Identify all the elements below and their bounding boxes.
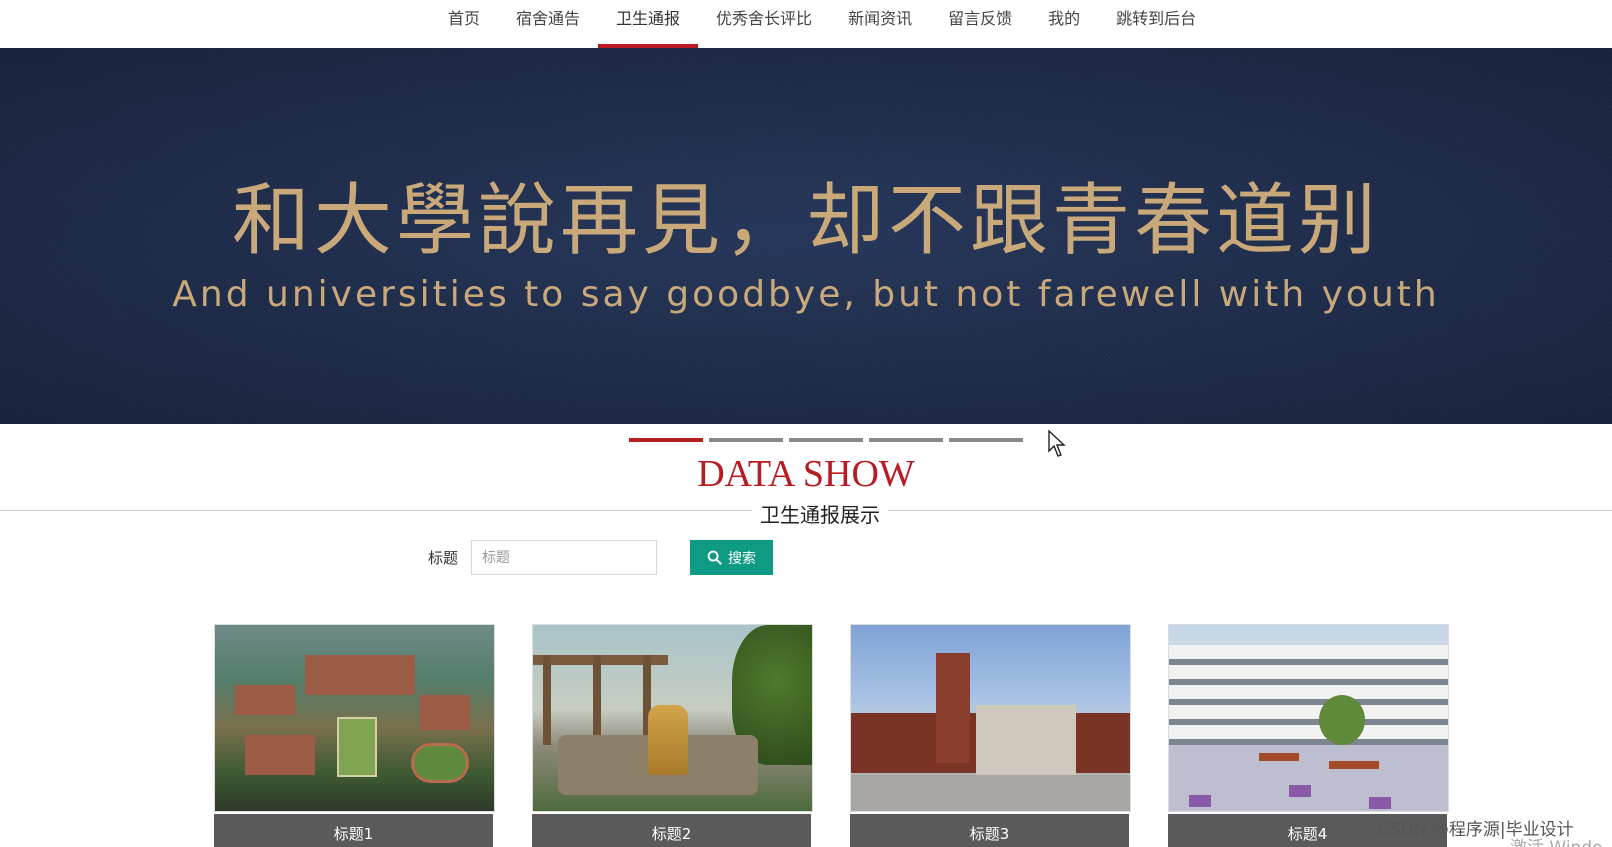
nav-item-dorm-leader-selection[interactable]: 优秀舍长评比 <box>698 0 830 48</box>
carousel-indicators <box>629 438 1023 442</box>
card-image-school-gate[interactable] <box>850 624 1131 812</box>
nav-item-mine[interactable]: 我的 <box>1030 0 1098 48</box>
report-card[interactable]: 标题2 <box>532 624 813 847</box>
nav-item-news[interactable]: 新闻资讯 <box>830 0 930 48</box>
report-card-list: 标题1 标题2 标题3 标题4 <box>214 624 1449 847</box>
section-title: DATA SHOW <box>697 453 915 495</box>
nav-item-dorm-notice[interactable]: 宿舍通告 <box>498 0 598 48</box>
card-image-sculpture[interactable] <box>532 624 813 812</box>
nav-item-hygiene-report[interactable]: 卫生通报 <box>598 0 699 48</box>
card-caption[interactable]: 标题2 <box>532 814 811 847</box>
hero-banner[interactable]: 和大學說再見，却不跟青春道别 And universities to say g… <box>0 48 1612 424</box>
carousel-indicator-2[interactable] <box>709 438 783 442</box>
nav-item-admin[interactable]: 跳转到后台 <box>1098 0 1214 48</box>
section-subtitle: 卫生通报展示 <box>752 499 888 528</box>
carousel-indicator-1[interactable] <box>629 438 703 442</box>
search-button-label: 搜索 <box>728 550 756 567</box>
search-button[interactable]: 搜索 <box>690 540 773 575</box>
search-title-input[interactable] <box>471 540 657 575</box>
carousel-indicator-3[interactable] <box>789 438 863 442</box>
nav-item-home[interactable]: 首页 <box>430 0 498 48</box>
search-icon <box>707 550 722 565</box>
carousel-indicator-5[interactable] <box>949 438 1023 442</box>
nav-item-feedback[interactable]: 留言反馈 <box>930 0 1030 48</box>
report-card[interactable]: 标题1 <box>214 624 495 847</box>
banner-subtitle: And universities to say goodbye, but not… <box>172 274 1440 315</box>
carousel-indicator-4[interactable] <box>869 438 943 442</box>
report-card[interactable]: 标题4 <box>1168 624 1449 847</box>
card-caption[interactable]: 标题1 <box>214 814 493 847</box>
search-title-label: 标题 <box>428 549 459 567</box>
card-caption[interactable]: 标题3 <box>850 814 1129 847</box>
report-card[interactable]: 标题3 <box>850 624 1131 847</box>
windows-activation-watermark: 激活 Windo <box>1510 833 1603 847</box>
card-image-modern-school[interactable] <box>1168 624 1449 812</box>
nav-list: 首页 宿舍通告 卫生通报 优秀舍长评比 新闻资讯 留言反馈 我的 跳转到后台 <box>430 0 1214 48</box>
banner-title: 和大學說再見，却不跟青春道别 <box>231 176 1380 266</box>
top-nav: 首页 宿舍通告 卫生通报 优秀舍长评比 新闻资讯 留言反馈 我的 跳转到后台 <box>0 0 1612 48</box>
card-image-campus-aerial[interactable] <box>214 624 495 812</box>
